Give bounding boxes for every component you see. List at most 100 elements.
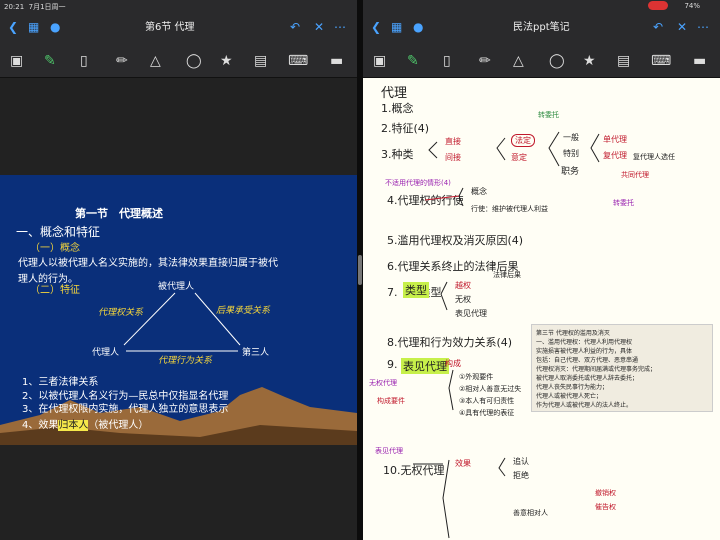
note-3h: 单代理 [603,135,627,144]
note-3i: 复代理 [603,151,627,160]
note-9b: 构成 [445,359,461,368]
highlighter-icon[interactable]: ✏ [116,53,128,69]
color-picker-icon[interactable]: ▬ [330,53,343,69]
diagram-node-third-party: 第三人 [242,348,270,358]
slide-sub-concept: （一）概念 [30,243,80,254]
slide-point-3: 3、在代理权限内实施，代理人独立的意思表示 [22,404,229,415]
lasso-image-icon[interactable]: ▣ [373,53,386,69]
eraser-icon[interactable]: ▯ [80,53,88,69]
shapes-icon[interactable]: △ [150,53,161,69]
note-item-9: 9. [387,358,398,371]
document-title[interactable]: 民法ppt笔记 [513,18,570,33]
pen-icon[interactable]: ✎ [44,53,56,69]
diagram-edge-act: 代理行为关系 [158,356,213,366]
note-9a: 表见代理 [401,358,449,374]
diagram-edge-effect: 后果承受关系 [216,306,271,316]
highlighter-icon[interactable]: ✏ [479,53,491,69]
note-7d: 表见代理 [455,309,487,318]
left-toolbar: ▣ ✎ ▯ ✏ △ ◯ ★ ▤ ⌨ ▬ [0,44,357,78]
note-9f: ④具有代理的表征 [459,409,515,417]
right-pane: 74% ❮ ▦ ● 民法ppt笔记 ↶ ✕ ⋯ ▣ ✎ ▯ ✏ △ ◯ ★ ▤ … [363,0,720,540]
eraser-icon[interactable]: ▯ [443,53,451,69]
note-3a: 直接 [445,137,461,146]
shapes-icon[interactable]: △ [513,53,524,69]
document-title[interactable]: 第6节 代理 [145,18,195,33]
note-3f: 特别 [563,149,579,158]
note-4b: 行使：维护被代理人利益 [471,205,548,213]
undo-icon[interactable]: ↶ [653,20,663,34]
note-item-8: 8.代理和行为效力关系(4) [387,336,513,349]
slide-definition-line1: 代理人以被代理人名义实施的，其法律效果直接归属于被代 [18,258,278,269]
status-bar-right: 74% [363,0,720,12]
diagram-node-principal: 被代理人 [158,282,195,292]
pasted-excerpt[interactable]: 第三节 代理权的滥用及消灭 一、滥用代理权：代理人利用代理权 实施损害被代理人利… [531,324,713,412]
slide-section-title: 一、概念和特征 [16,225,101,239]
lasso-icon[interactable]: ◯ [549,53,565,69]
note-heading: 代理 [381,86,408,101]
left-nav-bar: ❮ ▦ ● 第6节 代理 ↶ ✕ ⋯ [0,12,357,44]
note-9c: ①外观要件 [459,373,494,381]
image-icon[interactable]: ▤ [254,53,267,69]
right-toolbar: ▣ ✎ ▯ ✏ △ ◯ ★ ▤ ⌨ ▬ [363,44,720,78]
back-icon[interactable]: ❮ [371,20,381,34]
keyboard-icon[interactable]: ⌨ [651,53,671,69]
recording-indicator [648,1,668,10]
note-4-purple: 不适用代理的情形(4) [385,179,451,187]
microphone-icon[interactable]: ● [413,20,423,34]
excerpt-text: 第三节 代理权的滥用及消灭 一、滥用代理权：代理人利用代理权 实施损害被代理人利… [536,329,708,410]
slide-point-1: 1、三者法律关系 [22,377,99,388]
note-3l: 复代理人选任 [633,153,675,161]
note-item-2: 2.特征(4) [381,122,430,135]
sticker-icon[interactable]: ★ [220,53,233,69]
right-nav-bar: ❮ ▦ ● 民法ppt笔记 ↶ ✕ ⋯ [363,12,720,44]
note-9g: 构成要件 [377,397,405,405]
note-item-10: 10.无权代理 [383,464,445,477]
note-7-type: 类型 [403,282,429,298]
divider-handle[interactable] [358,255,362,285]
slide-heading: 第一节 代理概述 [75,207,163,220]
image-icon[interactable]: ▤ [617,53,630,69]
grid-icon[interactable]: ▦ [28,20,39,34]
back-icon[interactable]: ❮ [8,20,18,34]
note-side-purple: 转委托 [613,199,634,207]
status-time: 20:21 [4,3,25,11]
note-10e: 善意相对人 [513,509,548,517]
microphone-icon[interactable]: ● [50,20,60,34]
slide: 第一节 代理概述 一、概念和特征 （一）概念 代理人以被代理人名义实施的，其法律… [0,175,357,445]
undo-icon[interactable]: ↶ [290,20,300,34]
more-icon[interactable]: ⋯ [334,20,346,34]
slide-sub-features: （二）特征 [30,285,80,296]
close-icon[interactable]: ✕ [677,20,687,34]
lasso-image-icon[interactable]: ▣ [10,53,23,69]
note-6a: 法律后果 [493,271,521,279]
diagram-edge-authority: 代理权关系 [98,308,144,318]
note-4a: 概念 [471,187,487,196]
note-9d: ②相对人善意无过失 [459,385,522,393]
note-10f: 催告权 [595,503,616,511]
note-item-5: 5.滥用代理权及消灭原因(4) [387,234,524,247]
lasso-icon[interactable]: ◯ [186,53,202,69]
note-7c: 无权 [455,295,471,304]
note-side-a: 无权代理 [369,379,397,387]
color-picker-icon[interactable]: ▬ [693,53,706,69]
note-3d: 意定 [511,153,527,162]
left-pane: 20:21 7月1日周一 ❮ ▦ ● 第6节 代理 ↶ ✕ ⋯ ▣ ✎ ▯ ✏ … [0,0,357,540]
sticker-icon[interactable]: ★ [583,53,596,69]
diagram-node-agent: 代理人 [92,348,120,358]
note-side-b: 表见代理 [375,447,403,455]
note-item-3: 3.种类 [381,148,414,161]
note-canvas[interactable]: 代理 1.概念 2.特征(4) 3.种类 直接 间接 法定 意定 转委托 一般 … [363,78,720,540]
note-3j: 共同代理 [621,171,649,179]
keyboard-icon[interactable]: ⌨ [288,53,308,69]
note-10b: 追认 [513,457,529,466]
note-9e: ③本人有可归责性 [459,397,515,405]
close-icon[interactable]: ✕ [314,20,324,34]
note-item-1: 1.概念 [381,102,414,115]
more-icon[interactable]: ⋯ [697,20,709,34]
note-3b: 间接 [445,153,461,162]
pen-icon[interactable]: ✎ [407,53,419,69]
grid-icon[interactable]: ▦ [391,20,402,34]
status-bar: 20:21 7月1日周一 [0,0,357,12]
note-item-4: 4.代理权的行使 [387,194,464,207]
note-10a: 效果 [455,459,471,468]
